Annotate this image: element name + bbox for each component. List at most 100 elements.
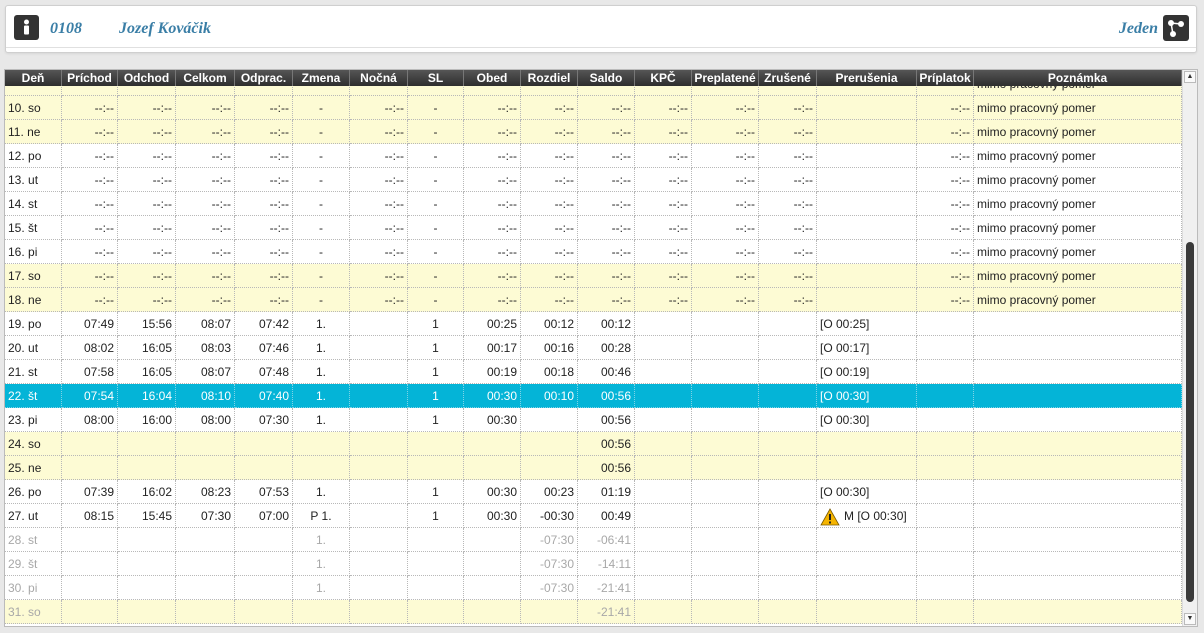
column-header-kpc[interactable]: KPČ: [635, 70, 692, 86]
cell-difference: [521, 600, 578, 624]
cell-interruptions: [817, 96, 917, 120]
cell-interruptions: [817, 288, 917, 312]
cell-difference: [521, 86, 578, 96]
column-header-paid[interactable]: Preplatené: [692, 70, 759, 86]
cell-cancelled: [759, 480, 817, 504]
cell-bonus: [917, 336, 974, 360]
cell-difference: --:--: [521, 192, 578, 216]
cell-sl: 1: [408, 336, 464, 360]
column-header-note[interactable]: Poznámka: [974, 70, 1182, 86]
cell-interruptions: [O 00:30]: [817, 408, 917, 432]
cell-balance: 00:56: [578, 384, 635, 408]
column-header-total[interactable]: Celkom: [176, 70, 235, 86]
column-header-arrival[interactable]: Príchod: [62, 70, 118, 86]
scrollbar-thumb[interactable]: [1186, 242, 1194, 602]
cell-paid: [692, 576, 759, 600]
cell-bonus: --:--: [917, 120, 974, 144]
table-row[interactable]: 20. ut 08:02 16:05 08:03 07:46 1. 1 00:17 00:16 0…: [5, 336, 1182, 360]
scroll-up-icon[interactable]: ▲: [1184, 71, 1196, 83]
cell-note: mimo pracovný pomer: [974, 96, 1182, 120]
table-row[interactable]: 14. st --:-- --:-- --:-- --:-- - --:-- - --:-- --…: [5, 192, 1182, 216]
table-row[interactable]: 13. ut --:-- --:-- --:-- --:-- - --:-- - --:-- --…: [5, 168, 1182, 192]
table-row[interactable]: 12. po --:-- --:-- --:-- --:-- - --:-- - --:-- --…: [5, 144, 1182, 168]
cell-cancelled: --:--: [759, 96, 817, 120]
table-row[interactable]: 17. so --:-- --:-- --:-- --:-- - --:-- - --:-- --…: [5, 264, 1182, 288]
column-header-cancelled[interactable]: Zrušené: [759, 70, 817, 86]
cell-total: [176, 456, 235, 480]
cell-departure: [118, 432, 176, 456]
cell-night: [350, 528, 408, 552]
table-row[interactable]: 24. so 00:56: [5, 432, 1182, 456]
column-header-interruptions[interactable]: Prerušenia: [817, 70, 917, 86]
cell-arrival: [62, 576, 118, 600]
column-header-worked[interactable]: Odprac.: [235, 70, 293, 86]
cell-shift: -: [293, 216, 350, 240]
table-row[interactable]: 25. ne 00:56: [5, 456, 1182, 480]
table-row[interactable]: 23. pi 08:00 16:00 08:00 07:30 1. 1 00:30 00:56[…: [5, 408, 1182, 432]
table-row[interactable]: 31. so -21:41: [5, 600, 1182, 624]
cell-bonus: [917, 576, 974, 600]
column-header-night[interactable]: Nočná: [350, 70, 408, 86]
table-row[interactable]: 29. št 1. -07:30 -14:11: [5, 552, 1182, 576]
cell-shift: 1.: [293, 408, 350, 432]
cell-paid: [692, 456, 759, 480]
table-row[interactable]: 21. st 07:58 16:05 08:07 07:48 1. 1 00:19 00:18 0…: [5, 360, 1182, 384]
vertical-scrollbar[interactable]: ▲ ▼: [1182, 70, 1197, 626]
cell-lunch: 00:30: [464, 504, 521, 528]
cell-kpc: [635, 576, 692, 600]
table-row[interactable]: 19. po 07:49 15:56 08:07 07:42 1. 1 00:25 00:12 0…: [5, 312, 1182, 336]
cell-bonus: --:--: [917, 264, 974, 288]
cell-sl: [408, 86, 464, 96]
column-header-lunch[interactable]: Obed: [464, 70, 521, 86]
cell-balance: 00:49: [578, 504, 635, 528]
cell-cancelled: [759, 432, 817, 456]
table-row[interactable]: 10. so --:-- --:-- --:-- --:-- - --:-- - --:-- --…: [5, 96, 1182, 120]
cell-night: [350, 552, 408, 576]
column-header-day[interactable]: Deň: [5, 70, 62, 86]
cell-day: 19. po: [5, 312, 62, 336]
table-row[interactable]: 28. st 1. -07:30 -06:41: [5, 528, 1182, 552]
cell-worked: --:--: [235, 192, 293, 216]
cell-difference: [521, 432, 578, 456]
scroll-down-icon[interactable]: ▼: [1184, 613, 1196, 625]
table-row[interactable]: 26. po 07:39 16:02 08:23 07:53 1. 1 00:30 00:23 0…: [5, 480, 1182, 504]
person-icon[interactable]: [14, 15, 39, 40]
warning-icon[interactable]: [820, 508, 840, 526]
table-row[interactable]: 15. št --:-- --:-- --:-- --:-- - --:-- - --:-- --…: [5, 216, 1182, 240]
cell-interruptions: [O 00:17]: [817, 336, 917, 360]
cell-difference: --:--: [521, 288, 578, 312]
column-header-bonus[interactable]: Príplatok: [917, 70, 974, 86]
column-header-difference[interactable]: Rozdiel: [521, 70, 578, 86]
cell-cancelled: --:--: [759, 120, 817, 144]
cell-departure: 16:05: [118, 360, 176, 384]
cell-kpc: --:--: [635, 96, 692, 120]
table-row[interactable]: 11. ne --:-- --:-- --:-- --:-- - --:-- - --:-- --…: [5, 120, 1182, 144]
cell-cancelled: --:--: [759, 192, 817, 216]
cell-balance: -21:41: [578, 600, 635, 624]
org-chart-icon[interactable]: [1163, 15, 1189, 41]
table-row[interactable]: 18. ne --:-- --:-- --:-- --:-- - --:-- - --:-- --…: [5, 288, 1182, 312]
cell-interruptions: [817, 600, 917, 624]
table-row[interactable]: 27. ut 08:15 15:45 07:30 07:00 P 1. 1 00:30 -00:…: [5, 504, 1182, 528]
cell-lunch: --:--: [464, 144, 521, 168]
cell-sl: [408, 456, 464, 480]
cell-bonus: [917, 456, 974, 480]
view-mode-label[interactable]: Jeden: [1119, 20, 1158, 38]
table-row[interactable]: 16. pi --:-- --:-- --:-- --:-- - --:-- - --:-- --…: [5, 240, 1182, 264]
column-header-shift[interactable]: Zmena: [293, 70, 350, 86]
cell-total: [176, 528, 235, 552]
cell-note: [974, 600, 1182, 624]
cell-departure: [118, 600, 176, 624]
table-row[interactable]: 30. pi 1. -07:30 -21:41: [5, 576, 1182, 600]
column-header-sl[interactable]: SL: [408, 70, 464, 86]
column-header-departure[interactable]: Odchod: [118, 70, 176, 86]
column-header-balance[interactable]: Saldo: [578, 70, 635, 86]
cell-kpc: --:--: [635, 120, 692, 144]
cell-night: [350, 456, 408, 480]
cell-arrival: 07:58: [62, 360, 118, 384]
cell-lunch: 00:30: [464, 384, 521, 408]
table-row[interactable]: 22. št 07:54 16:04 08:10 07:40 1. 1 00:30 00:10 0…: [5, 384, 1182, 408]
cell-lunch: 00:17: [464, 336, 521, 360]
cell-difference: -07:30: [521, 528, 578, 552]
table-row-partial[interactable]: mimo pracovný pomer: [5, 86, 1182, 96]
